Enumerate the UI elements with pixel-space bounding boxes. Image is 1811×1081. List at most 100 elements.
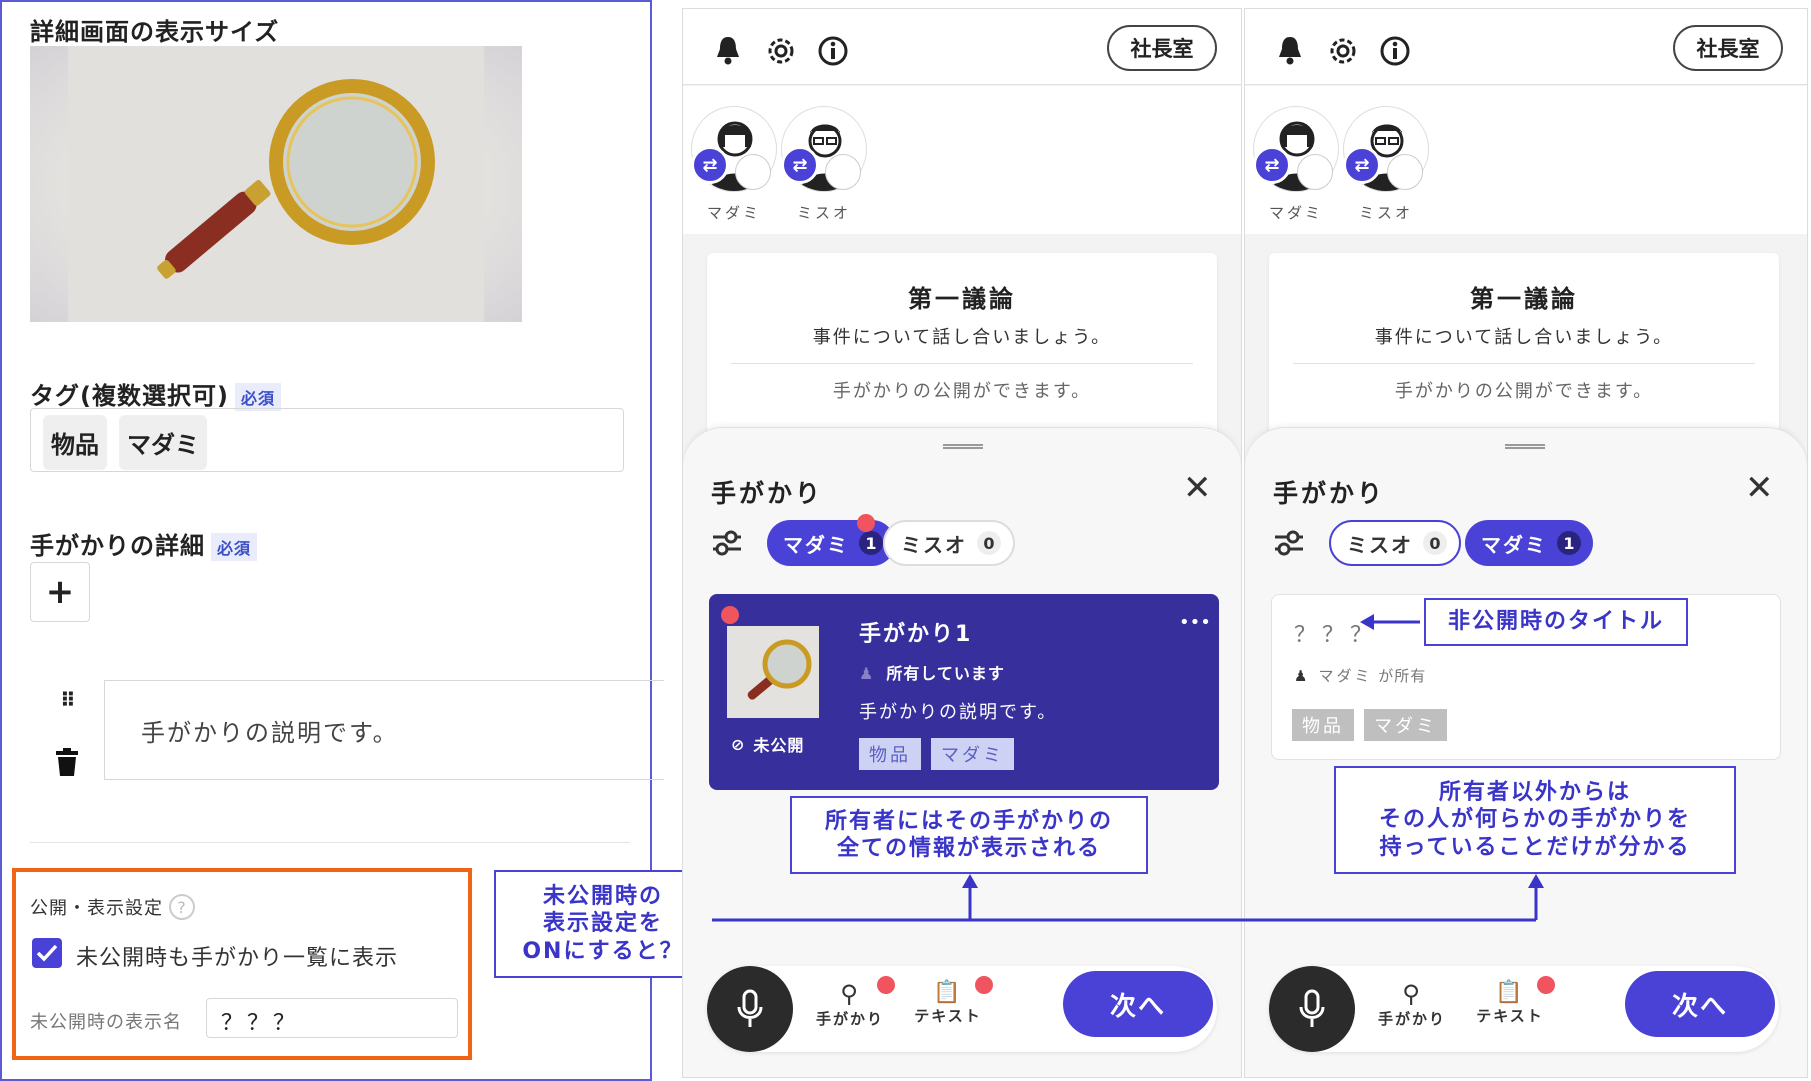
- nav-text-label: テキスト: [914, 1007, 982, 1025]
- callout-line: 所有者にはその手がかりの: [824, 808, 1113, 834]
- magnifier-image: [747, 639, 812, 700]
- divider: [30, 842, 630, 843]
- tab-label: マダミ: [1481, 532, 1547, 557]
- add-detail-button[interactable]: +: [30, 562, 90, 622]
- info-icon[interactable]: [817, 35, 849, 67]
- hidden-label: 未公開: [753, 736, 805, 755]
- nav-clues[interactable]: ⚲ 手がかり: [1367, 980, 1457, 1029]
- filter-icon[interactable]: [1273, 530, 1305, 556]
- player-tab-misuo[interactable]: ミスオ 0: [883, 520, 1015, 566]
- bell-icon[interactable]: [1277, 35, 1303, 65]
- tag-selector[interactable]: 物品 マダミ: [30, 408, 624, 472]
- room-button[interactable]: 社長室: [1107, 25, 1217, 71]
- tag-chip: 物品: [859, 738, 921, 770]
- tab-count: 0: [977, 531, 1001, 555]
- tab-count: 1: [1557, 531, 1581, 555]
- phase-title: 第一議論: [908, 285, 1016, 313]
- tag-chip[interactable]: マダミ: [119, 415, 207, 470]
- notification-dot: [877, 976, 895, 994]
- callout-toggle-question: 未公開時の 表示設定を ONにすると？: [494, 870, 712, 978]
- mic-button[interactable]: [707, 966, 793, 1052]
- drag-handle-icon[interactable]: ⠿: [60, 688, 76, 712]
- callout-line: 所有者以外からは: [1438, 779, 1631, 805]
- clue-image: [30, 46, 522, 322]
- next-button[interactable]: 次へ: [1063, 971, 1213, 1037]
- show-when-hidden-checkbox[interactable]: [32, 938, 62, 968]
- clue-tags: 物品 マダミ: [1292, 709, 1457, 741]
- player-tab-madami[interactable]: マダミ 1: [1465, 520, 1593, 566]
- close-icon[interactable]: ✕: [1745, 468, 1774, 508]
- player-name: ミスオ: [796, 204, 851, 222]
- bottom-bar: ⚲ 手がかり 📋 テキスト 次へ: [707, 966, 1217, 1052]
- owner-suffix: が所有: [1378, 667, 1427, 685]
- gear-icon[interactable]: [1327, 35, 1359, 67]
- bottom-bar: ⚲ 手がかり 📋 テキスト 次へ: [1269, 966, 1779, 1052]
- sheet-title: 手がかり: [711, 479, 824, 508]
- tag-chip[interactable]: 物品: [43, 415, 107, 470]
- filter-icon[interactable]: [711, 530, 743, 556]
- divider: [1293, 363, 1755, 364]
- callout-line: 持っていることだけが分かる: [1379, 834, 1691, 860]
- sheet-handle[interactable]: [1505, 444, 1545, 449]
- gear-icon[interactable]: [765, 35, 797, 67]
- callout-line: 未公開時の: [542, 883, 663, 909]
- notification-dot: [857, 514, 875, 532]
- phone-owner-view: 社長室 ⇄ ⇄ マダミ ミスオ 第一議論 事件について話し合いましょう。 手がか…: [682, 8, 1242, 1078]
- top-bar: 社長室: [683, 9, 1241, 85]
- phone-other-view: 社長室 ⇄ ⇄ マダミ ミスオ 第一議論 事件について話し合いましょう。 手がか…: [1244, 8, 1808, 1078]
- avatar-placeholder: [825, 154, 861, 190]
- room-button[interactable]: 社長室: [1673, 25, 1783, 71]
- tab-label: マダミ: [783, 532, 849, 557]
- info-icon[interactable]: [1379, 35, 1411, 67]
- callout-hidden-title: 非公開時のタイトル: [1424, 598, 1688, 646]
- mic-button[interactable]: [1269, 966, 1355, 1052]
- checkmark-icon: [36, 944, 58, 962]
- clue-card[interactable]: ⊘ 未公開 手がかり1 ••• ♟ 所有しています 手がかりの説明です。 物品 マダミ: [709, 594, 1219, 790]
- phase-subtitle: 事件について話し合いましょう。: [812, 327, 1112, 348]
- microphone-icon: [737, 989, 763, 1027]
- tab-label: ミスオ: [901, 532, 967, 557]
- avatar-placeholder: [1297, 154, 1333, 190]
- sheet-handle[interactable]: [943, 444, 983, 449]
- description-input[interactable]: 手がかりの説明です。: [104, 680, 664, 780]
- clue-title: ？？？: [1294, 623, 1379, 648]
- owner-status: ♟ 所有しています: [859, 660, 1005, 684]
- top-bar: 社長室: [1245, 9, 1807, 85]
- owner-info: ♟ マダミ が所有: [1294, 665, 1426, 686]
- player-row: ⇄ ⇄ マダミ ミスオ: [683, 86, 1241, 234]
- person-icon: ♟: [1294, 667, 1309, 685]
- details-heading-text: 手がかりの詳細: [30, 532, 205, 560]
- image-size-heading: 詳細画面の表示サイズ: [30, 18, 280, 46]
- phase-note: 手がかりの公開ができます。: [1394, 381, 1654, 402]
- bell-icon[interactable]: [715, 35, 741, 65]
- hidden-status: ⊘ 未公開: [731, 732, 804, 756]
- player-name: マダミ: [1268, 204, 1323, 222]
- details-heading: 手がかりの詳細 必須: [30, 526, 258, 561]
- required-badge: 必須: [234, 383, 281, 411]
- tag-chip: マダミ: [931, 738, 1014, 770]
- player-name: マダミ: [706, 204, 761, 222]
- player-tab-misuo[interactable]: ミスオ 0: [1329, 520, 1461, 566]
- more-icon[interactable]: •••: [1179, 612, 1211, 633]
- next-button[interactable]: 次へ: [1625, 971, 1775, 1037]
- swap-icon[interactable]: ⇄: [1343, 146, 1381, 184]
- trash-icon[interactable]: [54, 748, 80, 776]
- player-tab-madami[interactable]: マダミ 1: [767, 520, 895, 566]
- search-icon: ⚲: [1402, 980, 1422, 1008]
- swap-icon[interactable]: ⇄: [1253, 146, 1291, 184]
- visibility-heading: 公開・表示設定: [30, 898, 163, 919]
- tab-count: 0: [1423, 531, 1447, 555]
- tab-label: ミスオ: [1347, 532, 1413, 557]
- callout-line: 表示設定を: [542, 911, 663, 937]
- help-icon[interactable]: ?: [169, 894, 195, 920]
- swap-icon[interactable]: ⇄: [691, 146, 729, 184]
- callout-line: その人が何らかの手がかりを: [1378, 807, 1691, 833]
- hidden-name-input[interactable]: ？？？: [206, 998, 458, 1038]
- swap-icon[interactable]: ⇄: [781, 146, 819, 184]
- close-icon[interactable]: ✕: [1183, 468, 1212, 508]
- visibility-settings-box: 公開・表示設定 ? 未公開時も手がかり一覧に表示 未公開時の表示名 ？？？: [12, 868, 472, 1060]
- eye-off-icon: ⊘: [731, 734, 746, 754]
- divider: [731, 363, 1193, 364]
- phase-card: 第一議論 事件について話し合いましょう。 手がかりの公開ができます。: [707, 253, 1217, 453]
- tag-chip: 物品: [1292, 709, 1354, 741]
